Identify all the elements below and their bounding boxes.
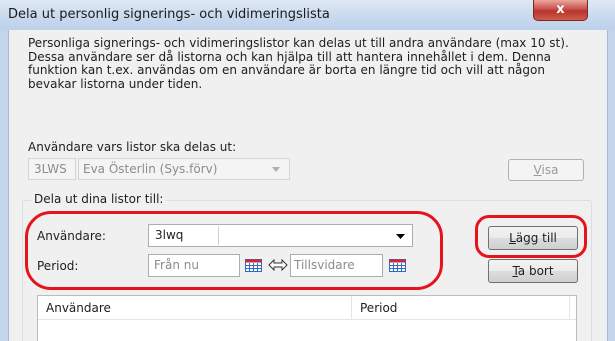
- annotation-oval-inputs: [25, 211, 443, 290]
- source-user-name-combo: Eva Österlin (Sys.förv): [78, 158, 290, 180]
- description-text: Personliga signerings- och vidimeringsli…: [28, 36, 569, 91]
- annotation-oval-add-button: [475, 215, 587, 258]
- view-button[interactable]: Visa: [508, 159, 584, 181]
- source-user-name: Eva Österlin (Sys.förv): [83, 162, 218, 176]
- column-separator: [569, 296, 570, 319]
- share-group-title: Dela ut dina listor till:: [31, 192, 167, 206]
- column-separator: [351, 296, 352, 319]
- source-user-code-field: 3LWS: [28, 158, 76, 180]
- close-icon: x: [556, 2, 565, 17]
- shared-users-table[interactable]: Användare Period: [37, 295, 577, 341]
- chevron-down-icon: [272, 167, 280, 172]
- source-user-label: Användare vars listor ska delas ut:: [28, 140, 237, 154]
- title-bar: Dela ut personlig signerings- och vidime…: [0, 0, 615, 31]
- column-header-user[interactable]: Användare: [46, 301, 111, 315]
- table-header: Användare Period: [38, 296, 576, 320]
- view-button-mnemonic: V: [533, 163, 542, 177]
- window-title: Dela ut personlig signerings- och vidime…: [8, 7, 330, 22]
- close-button[interactable]: x: [533, 0, 588, 21]
- window-frame-left: [0, 30, 8, 341]
- remove-button[interactable]: Ta bort: [488, 259, 578, 283]
- window-frame-right: [608, 30, 615, 341]
- column-header-period[interactable]: Period: [360, 301, 397, 315]
